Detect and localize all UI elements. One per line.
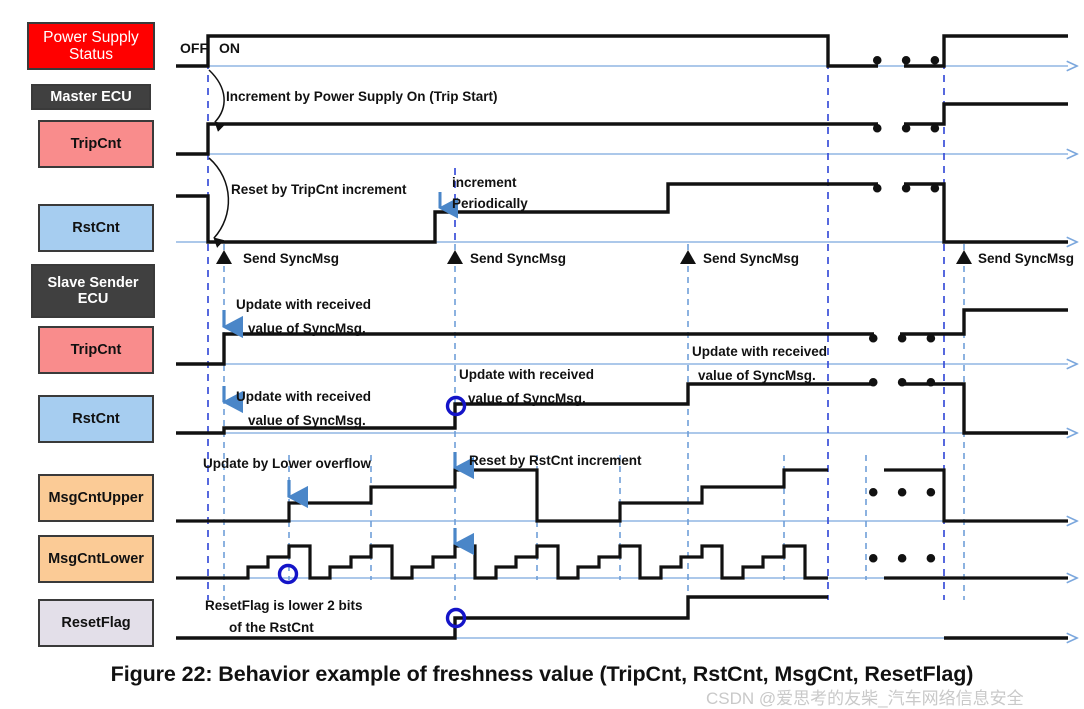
annotation-reset-by-rstcnt: Reset by RstCnt increment [469,453,642,468]
annotation-increment-trip-start: Increment by Power Supply On (Trip Start… [226,89,498,104]
curve-increment-trip-start [208,69,226,132]
label-text: RstCnt [72,219,120,236]
label-slave-tripcnt: TripCnt [38,326,154,374]
annotation-update-sync-4-line1: Update with received [692,344,828,359]
label-text: TripCnt [70,135,122,152]
send-syncmsg-4-triangle [956,250,972,264]
label-msgcntlower: MsgCntLower [38,535,154,583]
send-syncmsg-3-triangle [680,250,696,264]
label-text: MsgCntLower [48,550,144,567]
annotation-update-sync-1-line2: value of SyncMsg. [248,321,366,336]
annotation-update-sync-2-line2: value of SyncMsg. [248,413,366,428]
label-text: TripCnt [70,341,122,358]
annotation-update-sync-3-line2: value of SyncMsg. [468,391,586,406]
send-syncmsg-4-label: Send SyncMsg [978,251,1075,266]
label-slave-rstcnt: RstCnt [38,395,154,443]
annotation-update-sync-2-line1: Update with received [236,389,372,404]
annotation-update-sync-4-line2: value of SyncMsg. [698,368,816,383]
label-slave-sender-ecu: Slave Sender ECU [31,264,155,318]
label-text: MsgCntUpper [48,489,144,506]
annotation-lower-overflow: Update by Lower overflow [203,456,372,471]
label-text: Slave Sender ECU [47,274,139,307]
power-state-off: OFF [180,40,208,56]
send-syncmsg-1-triangle [216,250,232,264]
label-master-ecu: Master ECU [31,84,151,110]
send-syncmsg-3-label: Send SyncMsg [703,251,800,266]
send-syncmsg-1-label: Send SyncMsg [243,251,340,266]
label-msgcntupper: MsgCntUpper [38,474,154,522]
label-master-rstcnt: RstCnt [38,204,154,252]
annotation-resetflag-line2: of the RstCnt [229,620,314,635]
annotation-increment-periodically-line1: increment [452,175,517,190]
ellipsis-slave-rstcnt: • • • [868,366,942,399]
ellipsis-power-supply: • • • [872,44,946,77]
annotation-resetflag-line1: ResetFlag is lower 2 bits [205,598,363,613]
label-power-supply-status: Power Supply Status [27,22,155,70]
ellipsis-msgcntlower: • • • [868,542,942,575]
timing-diagram-figure: Power Supply Status Master ECU TripCnt R… [0,0,1084,709]
annotation-update-sync-3-line1: Update with received [459,367,595,382]
ellipsis-master-tripcnt: • • • [872,112,946,145]
label-text: Power Supply Status [43,28,139,63]
annotation-increment-periodically-line2: Periodically [452,196,528,211]
send-syncmsg-2-label: Send SyncMsg [470,251,567,266]
send-syncmsg-2-triangle [447,250,463,264]
curve-reset-by-tripcnt [208,157,230,248]
annotation-update-sync-1-line1: Update with received [236,297,372,312]
label-resetflag: ResetFlag [38,599,154,647]
label-text: Master ECU [50,88,132,105]
label-text: RstCnt [72,410,120,427]
circle-marker-lower-overflow [277,563,299,585]
label-text: ResetFlag [61,614,131,631]
ellipsis-msgcntupper: • • • [868,476,942,509]
ellipsis-master-rstcnt: • • • [872,172,946,205]
ellipsis-slave-tripcnt: • • • [868,322,942,355]
csdn-watermark: CSDN @爱思考的友柴_汽车网络信息安全 [706,689,1024,708]
annotation-reset-by-tripcnt: Reset by TripCnt increment [231,182,407,197]
power-state-on: ON [219,40,240,56]
label-master-tripcnt: TripCnt [38,120,154,168]
